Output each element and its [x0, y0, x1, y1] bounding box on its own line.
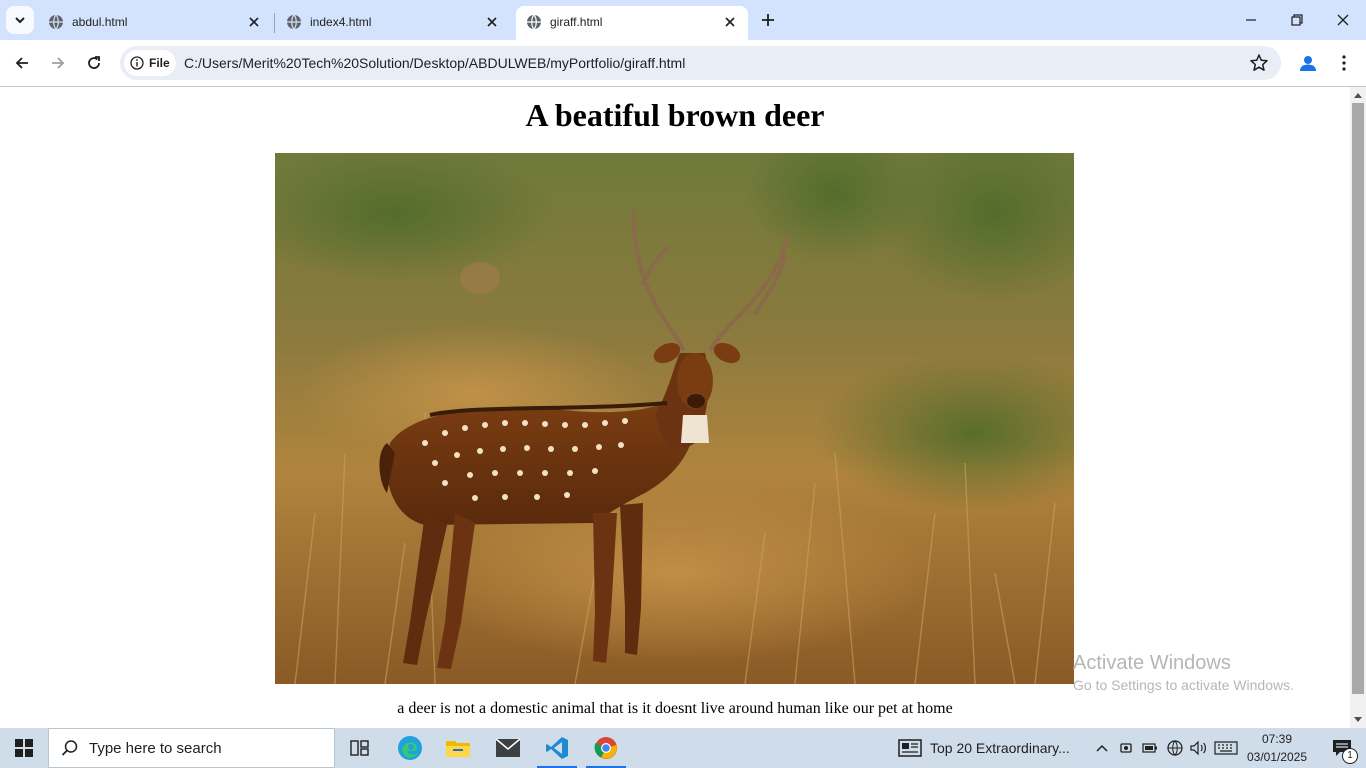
site-info-chip[interactable]: File [124, 50, 176, 76]
chevron-down-icon [15, 17, 25, 24]
deer-image [275, 153, 1074, 684]
page-title: A beatiful brown deer [525, 97, 825, 133]
tab-abdul[interactable]: abdul.html [38, 6, 272, 40]
watermark-subtitle: Go to Settings to activate Windows. [1073, 677, 1294, 693]
info-icon [130, 56, 144, 70]
avatar-icon [1300, 56, 1316, 71]
watermark-title: Activate Windows [1073, 652, 1231, 674]
close-window-button[interactable] [1320, 0, 1366, 40]
tab-search-button[interactable] [6, 6, 34, 34]
keyboard-icon [1214, 741, 1238, 755]
news-icon [898, 739, 922, 757]
tab-index4[interactable]: index4.html [276, 6, 510, 40]
browser-menu-button[interactable] [1332, 49, 1356, 77]
scroll-up-button[interactable] [1350, 87, 1366, 103]
tab-strip: abdul.html index4.html giraff.html [0, 0, 1366, 40]
address-bar[interactable]: File C:/Users/Merit%20Tech%20Solution/De… [120, 46, 1281, 80]
chevron-up-icon [1096, 744, 1108, 752]
close-icon [1337, 14, 1349, 26]
site-chip-label: File [149, 56, 170, 70]
close-icon[interactable] [244, 12, 264, 32]
globe-icon [287, 14, 301, 30]
activate-windows-watermark: Activate Windows Go to Settings to activ… [1073, 651, 1294, 695]
page-viewport: A beatiful brown deer a deer is not a do… [0, 87, 1350, 728]
arrow-right-icon [52, 57, 65, 69]
scroll-down-button[interactable] [1350, 712, 1366, 728]
tab-title: giraff.html [550, 15, 603, 29]
volume-tray[interactable] [1188, 728, 1210, 768]
clock-time: 07:39 [1261, 732, 1293, 746]
battery-tray[interactable] [1140, 728, 1160, 768]
triangle-up-icon [1354, 93, 1362, 98]
reload-button[interactable] [79, 48, 109, 78]
page-scrollbar[interactable] [1350, 87, 1366, 728]
search-placeholder: Type here to search [89, 739, 222, 757]
plus-icon [762, 14, 774, 26]
speaker-icon [1190, 741, 1206, 755]
forward-button[interactable] [43, 48, 73, 78]
notification-center-button[interactable]: 1 [1318, 728, 1366, 768]
chrome-taskbar-app[interactable] [582, 728, 630, 768]
folder-icon [446, 741, 470, 757]
mail-icon [495, 738, 521, 757]
minimize-icon [1246, 19, 1256, 21]
vscode-icon [546, 737, 568, 759]
reload-icon [88, 56, 100, 69]
tab-title: abdul.html [72, 15, 128, 29]
back-button[interactable] [7, 48, 37, 78]
tab-title: index4.html [310, 15, 372, 29]
start-button[interactable] [0, 728, 48, 768]
camera-icon [1120, 743, 1132, 753]
scroll-thumb[interactable] [1352, 103, 1364, 694]
windows-logo-icon [15, 739, 33, 757]
browser-toolbar: File C:/Users/Merit%20Tech%20Solution/De… [0, 40, 1366, 87]
battery-icon [1142, 743, 1157, 753]
edge-taskbar-app[interactable] [386, 728, 434, 768]
notification-count-badge: 1 [1342, 748, 1358, 764]
system-clock[interactable]: 07:39 03/01/2025 [1243, 730, 1311, 766]
chrome-icon [594, 737, 617, 759]
triangle-down-icon [1354, 717, 1362, 722]
task-view-button[interactable] [336, 728, 384, 768]
tab-separator [274, 13, 275, 33]
close-icon[interactable] [720, 12, 740, 32]
taskbar-search-box[interactable]: Type here to search [48, 728, 335, 768]
globe-icon [1167, 740, 1183, 756]
restore-icon [1291, 14, 1303, 26]
meet-now-tray[interactable] [1116, 728, 1136, 768]
file-explorer-taskbar-app[interactable] [434, 728, 482, 768]
close-icon[interactable] [482, 12, 502, 32]
search-icon [61, 740, 78, 756]
restore-button[interactable] [1274, 0, 1320, 40]
minimize-button[interactable] [1228, 0, 1274, 40]
url-text[interactable]: C:/Users/Merit%20Tech%20Solution/Desktop… [184, 46, 685, 80]
arrow-left-icon [15, 57, 28, 69]
tab-giraff[interactable]: giraff.html [516, 6, 748, 40]
network-tray[interactable] [1164, 728, 1186, 768]
news-headline: Top 20 Extraordinary... [930, 740, 1070, 756]
vscode-taskbar-app[interactable] [533, 728, 581, 768]
more-vert-icon [1342, 55, 1346, 71]
profile-button[interactable] [1294, 49, 1322, 77]
taskbar: Type here to search Top 20 Extraordinary… [0, 728, 1366, 768]
edge-icon [398, 736, 422, 760]
news-widget[interactable]: Top 20 Extraordinary... [898, 728, 1070, 768]
globe-icon [527, 14, 541, 30]
star-icon[interactable] [1249, 53, 1269, 73]
clock-date: 03/01/2025 [1246, 750, 1308, 764]
globe-icon [49, 14, 63, 30]
mail-taskbar-app[interactable] [484, 728, 532, 768]
new-tab-button[interactable] [756, 8, 780, 32]
input-keyboard-tray[interactable] [1212, 728, 1240, 768]
show-hidden-icons-button[interactable] [1092, 728, 1112, 768]
image-caption: a deer is not a domestic animal that is … [397, 700, 953, 717]
task-view-icon [350, 740, 369, 756]
